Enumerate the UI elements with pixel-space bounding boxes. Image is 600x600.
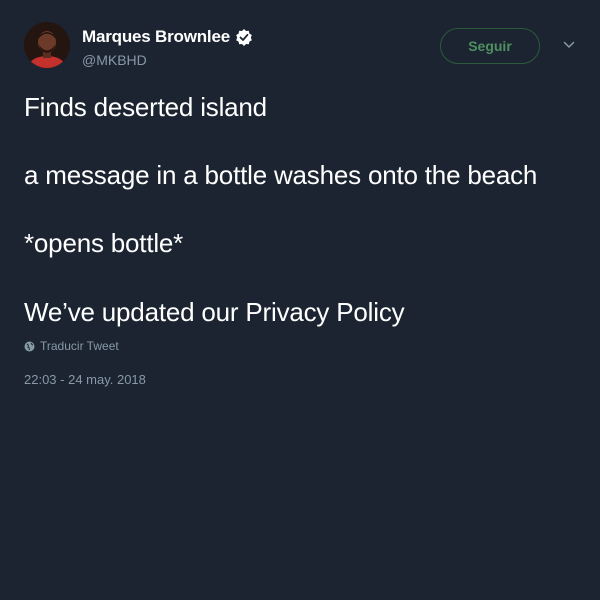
author-display-name[interactable]: Marques Brownlee <box>82 27 230 47</box>
chevron-down-icon[interactable] <box>562 38 576 52</box>
tweet-text-line: a message in a bottle washes onto the be… <box>24 160 538 190</box>
tweet-timestamp[interactable]: 22:03 - 24 may. 2018 <box>24 372 146 387</box>
tweet-card: Marques Brownlee @MKBHD Seguir Finds des… <box>0 0 600 600</box>
author-handle[interactable]: @MKBHD <box>82 52 253 68</box>
tweet-text-line: *opens bottle* <box>24 228 184 258</box>
translate-label[interactable]: Traducir Tweet <box>40 339 119 353</box>
tweet-text-line: Finds deserted island <box>24 92 267 122</box>
verified-badge-icon <box>235 28 253 46</box>
globe-icon <box>24 341 35 352</box>
avatar[interactable] <box>24 22 70 68</box>
author-names: Marques Brownlee @MKBHD <box>82 26 253 68</box>
follow-button[interactable]: Seguir <box>440 28 540 64</box>
tweet-header: Marques Brownlee @MKBHD Seguir <box>24 20 580 76</box>
tweet-text-line: We’ve updated our Privacy Policy <box>24 297 405 327</box>
translate-tweet-link[interactable]: Traducir Tweet <box>24 339 119 353</box>
display-name-row: Marques Brownlee <box>82 26 253 48</box>
